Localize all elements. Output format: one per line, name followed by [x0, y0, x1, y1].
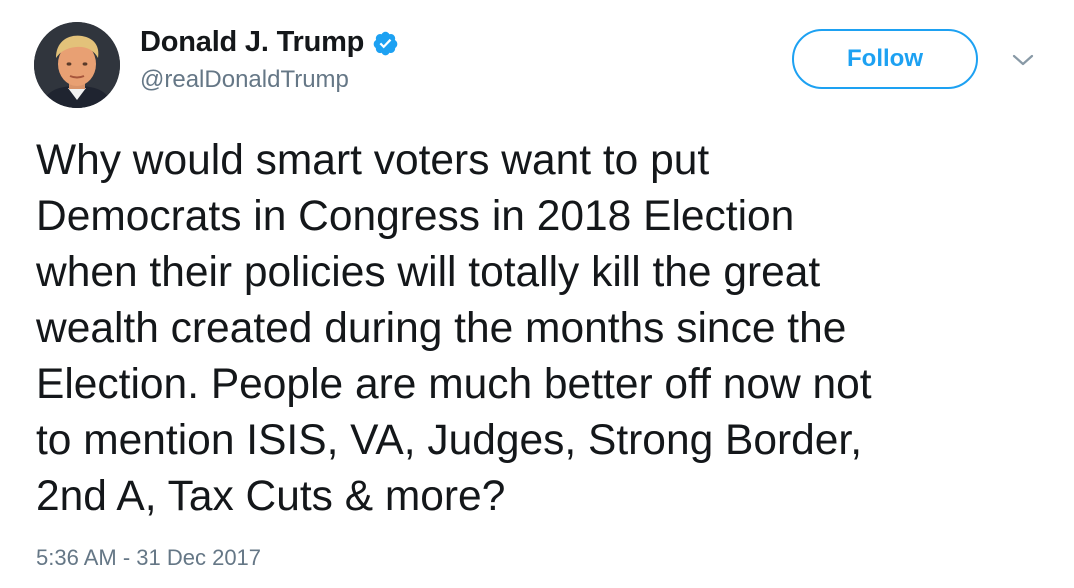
tweet-text-line: wealth created during the months since t… — [36, 305, 847, 352]
tweet-text-line: to mention ISIS, VA, Judges, Strong Bord… — [36, 417, 863, 464]
tweet-text-line: Why would smart voters want to put — [36, 137, 710, 184]
avatar[interactable] — [34, 22, 120, 108]
tweet-header: Donald J. Trump @realDonaldTrump Follow — [0, 0, 1074, 120]
user-names: Donald J. Trump @realDonaldTrump — [140, 24, 399, 94]
tweet-text: Why would smart voters want to put Democ… — [36, 133, 1046, 525]
tweet-text-line: when their policies will totally kill th… — [36, 249, 821, 296]
tweet-text-line: 2nd A, Tax Cuts & more? — [36, 473, 506, 520]
more-options-button[interactable] — [1008, 48, 1038, 72]
tweet-timestamp[interactable]: 5:36 AM - 31 Dec 2017 — [36, 545, 261, 571]
user-handle[interactable]: @realDonaldTrump — [140, 66, 399, 94]
display-name[interactable]: Donald J. Trump — [140, 26, 364, 59]
tweet-text-line: Election. People are much better off now… — [36, 361, 872, 408]
avatar-image — [34, 22, 120, 108]
follow-button[interactable]: Follow — [792, 29, 978, 89]
tweet-text-line: Democrats in Congress in 2018 Election — [36, 193, 795, 240]
chevron-down-icon — [1012, 54, 1034, 66]
verified-badge-icon — [372, 30, 399, 57]
tweet-card: Donald J. Trump @realDonaldTrump Follow … — [0, 0, 1074, 588]
name-row: Donald J. Trump — [140, 24, 399, 60]
